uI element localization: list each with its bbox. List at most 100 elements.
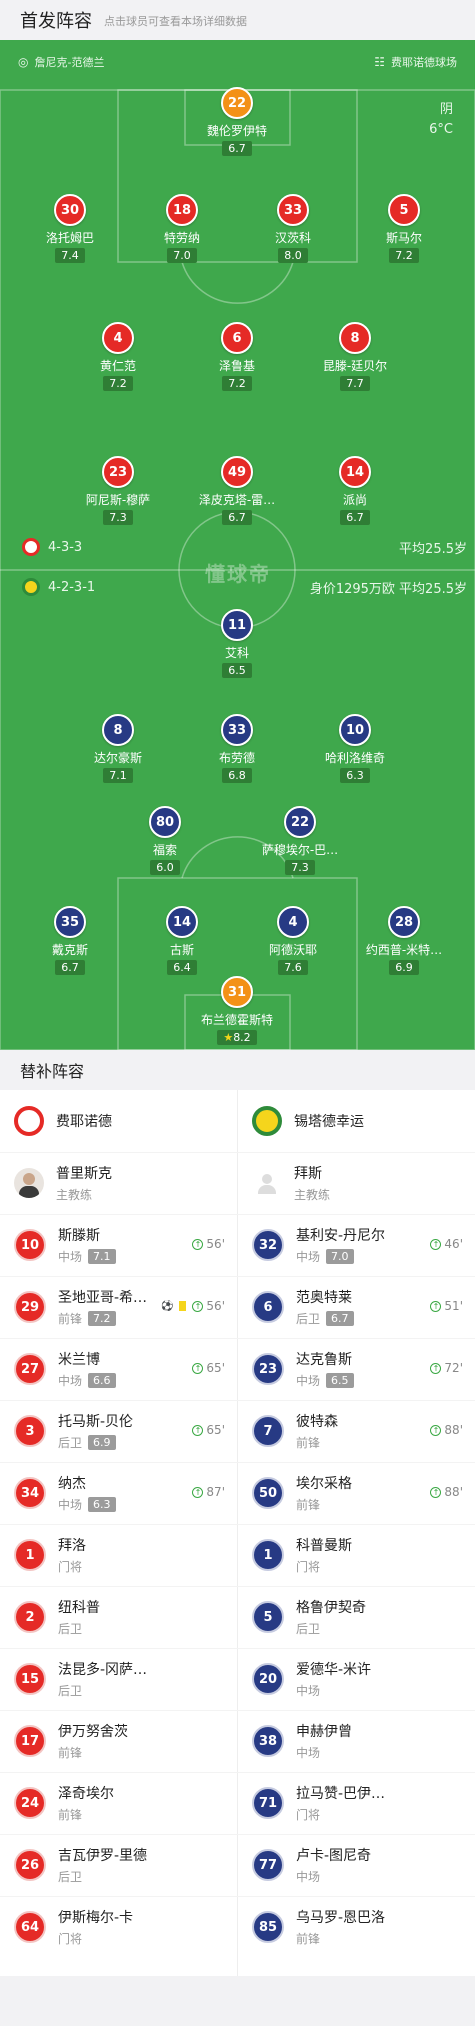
home-sub-row[interactable]: 29 圣地亚哥-希… 前锋 7.2 ⚽ ↑ 56' [0,1276,237,1338]
player-rating: 7.1 [103,768,133,783]
sub-jersey-number: 26 [14,1849,46,1881]
away-player[interactable]: 35 戴克斯 6.7 [10,906,130,975]
home-player[interactable]: 23 阿尼斯-穆萨 7.3 [58,456,178,525]
sub-rating: 7.1 [88,1249,116,1264]
home-player[interactable]: 4 黄仁范 7.2 [58,322,178,391]
away-sub-row[interactable]: 23 达克鲁斯 中场 6.5 ↑ 72' [238,1338,475,1400]
away-player[interactable]: 22 萨穆埃尔-巴… 7.3 [240,806,360,875]
home-sub-row[interactable]: 10 斯滕斯 中场 7.1 ↑ 56' [0,1214,237,1276]
jersey-number: 5 [388,194,420,226]
player-name: 阿德沃耶 [268,943,317,957]
rating-value: 7.7 [346,377,364,390]
player-name: 艾科 [224,646,249,660]
away-sub-row[interactable]: 38 申赫伊曾 中场 [238,1710,475,1772]
home-sub-row[interactable]: 26 吉瓦伊罗-里德 后卫 [0,1834,237,1896]
home-player[interactable]: 33 汉茨科 8.0 [233,194,353,263]
away-player[interactable]: 10 哈利洛维奇 6.3 [295,714,415,783]
home-player[interactable]: 6 泽鲁基 7.2 [177,322,297,391]
away-player[interactable]: 31 布兰德霍斯特 ★8.2 [177,976,297,1045]
away-team-row[interactable]: 锡塔德幸运 [238,1090,475,1152]
player-name: 布兰德霍斯特 [200,1013,273,1027]
away-player[interactable]: 80 福索 6.0 [105,806,225,875]
away-sub-row[interactable]: 77 卢卡-图尼奇 中场 [238,1834,475,1896]
home-team-row[interactable]: 费耶诺德 [0,1090,237,1152]
sub-jersey-number: 7 [252,1415,284,1447]
sub-jersey-number: 77 [252,1849,284,1881]
player-rating: 7.2 [389,248,419,263]
player-rating: 7.4 [55,248,85,263]
sub-in-time: ↑ 56' [192,1237,225,1251]
sub-time-value: 56' [206,1237,225,1251]
sub-name: 伊万努舍茨 [58,1724,128,1740]
jersey-number: 80 [149,806,181,838]
player-name: 泽鲁基 [218,359,255,373]
away-sub-row[interactable]: 20 爱德华-米许 中场 [238,1648,475,1710]
player-name: 特劳纳 [163,231,200,245]
sub-jersey-number: 6 [252,1291,284,1323]
sub-position: 中场 [296,1250,321,1264]
away-player[interactable]: 28 约西普-米特… 6.9 [344,906,464,975]
home-sub-row[interactable]: 15 法昆多-冈萨… 后卫 [0,1648,237,1710]
jersey-number: 8 [102,714,134,746]
away-sub-row[interactable]: 32 基利安-丹尼尔 中场 7.0 ↑ 46' [238,1214,475,1276]
home-player[interactable]: 14 派尚 6.7 [295,456,415,525]
away-player[interactable]: 8 达尔豪斯 7.1 [58,714,178,783]
rating-value: 7.3 [291,861,309,874]
sub-name: 托马斯-贝伦 [58,1414,134,1430]
home-sub-row[interactable]: 3 托马斯-贝伦 后卫 6.9 ↑ 65' [0,1400,237,1462]
sub-time-value: 88' [444,1423,463,1437]
player-name: 黄仁范 [99,359,136,373]
player-rating: 7.3 [285,860,315,875]
sub-in-arrow-icon: ↑ [430,1486,442,1498]
away-player[interactable]: 4 阿德沃耶 7.6 [233,906,353,975]
star-icon: ★ [223,1031,234,1044]
player-name: 汉茨科 [274,231,311,245]
jersey-number: 35 [54,906,86,938]
away-player[interactable]: 11 艾科 6.5 [177,609,297,678]
sub-position: 门将 [58,1932,83,1946]
subs-header: 替补阵容 [0,1050,475,1090]
home-player[interactable]: 30 洛托姆巴 7.4 [10,194,130,263]
home-sub-row[interactable]: 27 米兰博 中场 6.6 ↑ 65' [0,1338,237,1400]
home-player[interactable]: 49 泽皮克塔-雷… 6.7 [177,456,297,525]
away-sub-row[interactable]: 1 科普曼斯 门将 [238,1524,475,1586]
away-sub-row[interactable]: 85 乌马罗-恩巴洛 前锋 [238,1896,475,1958]
away-sub-row[interactable]: 71 拉马赞-巴伊… 门将 [238,1772,475,1834]
weather-text: 阴 [439,102,453,117]
sub-name: 纳杰 [58,1476,86,1492]
home-formation-row: 4-3-3 [22,538,82,556]
away-sub-row[interactable]: 7 彼特森 前锋 ↑ 88' [238,1400,475,1462]
referee-name: 詹尼克-范德兰 [34,56,105,69]
player-name: 布劳德 [218,751,255,765]
away-player[interactable]: 33 布劳德 6.8 [177,714,297,783]
away-sub-row[interactable]: 6 范奥特莱 后卫 6.7 ↑ 51' [238,1276,475,1338]
sub-name: 米兰博 [58,1352,100,1368]
home-sub-row[interactable]: 1 拜洛 门将 [0,1524,237,1586]
home-sub-row[interactable]: 24 泽奇埃尔 前锋 [0,1772,237,1834]
away-player[interactable]: 14 古斯 6.4 [122,906,242,975]
home-sub-row[interactable]: 34 纳杰 中场 6.3 ↑ 87' [0,1462,237,1524]
player-name: 洛托姆巴 [45,231,94,245]
rating-value: 6.7 [228,511,246,524]
home-player[interactable]: 5 斯马尔 7.2 [344,194,464,263]
rating-value: 7.6 [284,961,302,974]
player-rating: 8.0 [278,248,308,263]
sub-in-time: ↑ 51' [430,1299,463,1313]
jersey-number: 14 [339,456,371,488]
home-player[interactable]: 22 魏伦罗伊特 6.7 [177,87,297,156]
sub-position: 门将 [58,1560,83,1574]
home-sub-row[interactable]: 64 伊斯梅尔-卡 门将 [0,1896,237,1958]
player-name: 斯马尔 [385,231,422,245]
sub-in-arrow-icon: ↑ [430,1300,442,1312]
away-coach-row[interactable]: 拜斯 主教练 [238,1152,475,1214]
home-player[interactable]: 8 昆滕-廷贝尔 7.7 [295,322,415,391]
home-coach-row[interactable]: 普里斯克 主教练 [0,1152,237,1214]
home-sub-row[interactable]: 17 伊万努舍茨 前锋 [0,1710,237,1772]
home-player[interactable]: 18 特劳纳 7.0 [122,194,242,263]
away-sub-row[interactable]: 50 埃尔采格 前锋 ↑ 88' [238,1462,475,1524]
player-rating: 6.7 [55,960,85,975]
away-sub-row[interactable]: 5 格鲁伊契奇 后卫 [238,1586,475,1648]
temperature-text: 6°C [429,122,453,137]
home-sub-row[interactable]: 2 纽科普 后卫 [0,1586,237,1648]
sub-position: 中场 [296,1374,321,1388]
